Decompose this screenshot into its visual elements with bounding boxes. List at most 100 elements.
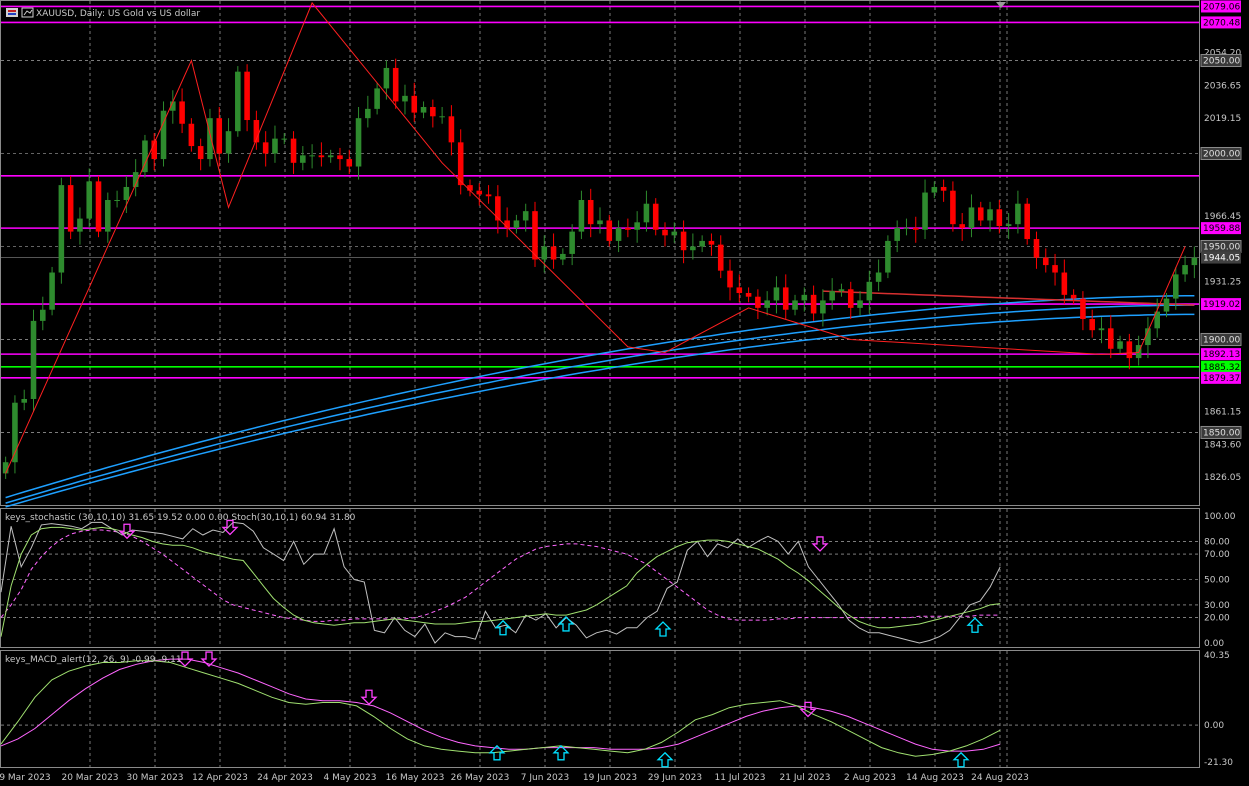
candle-body [606,220,613,241]
moving-average-line [5,304,1195,504]
price-tag-label: 1879.37 [1203,374,1240,384]
candle-body [1015,203,1021,225]
candle-body [1042,257,1049,266]
candle-body [123,186,130,200]
macd-main-line [0,660,1001,757]
candle-body [67,185,74,232]
flag-icon[interactable] [6,8,18,17]
price-tag-label: 1892.13 [1203,350,1240,360]
moving-average-line [5,313,1195,508]
candle-body [1061,272,1068,295]
candle-body [495,196,501,221]
candle-body [383,67,390,89]
candle-body [717,244,724,271]
x-tick-label: 2 Aug 2023 [844,773,896,783]
chart-title: XAUUSD, Daily: US Gold vs US dollar [36,9,200,19]
price-tick-label: 1861.15 [1204,408,1241,418]
x-tick-label: 24 Aug 2023 [971,773,1029,783]
candle-body [597,220,603,225]
candle-body [1089,319,1095,331]
arrow-down-icon [360,689,378,706]
x-tick-label: 11 Jul 2023 [715,773,766,783]
candle-body [105,199,111,232]
x-tick-label: 30 Mar 2023 [126,773,183,783]
arrow-up-icon [654,621,672,637]
candlesticks[interactable] [2,58,1198,479]
arrow-up-icon [494,619,512,636]
candle-body [652,203,659,230]
candle-body [1052,265,1058,273]
stochastic-pane: 100.00 80.00 70.00 50.00 30.00 20.00 0.00 [0,512,1236,649]
candle-body [931,186,938,193]
candle-body [318,155,325,158]
price-tick-label: 2036.65 [1204,81,1241,91]
arrow-up-icon [656,751,674,768]
candle-body [513,220,520,228]
candle-body [374,88,380,109]
price-tag-label: 2070.48 [1203,18,1240,28]
window-icons[interactable] [6,7,34,18]
candle-body [1172,274,1179,299]
candle-body [402,95,408,102]
chart-icon[interactable] [21,7,34,18]
candle-body [21,398,28,403]
candle-body [875,272,882,282]
candle-body [476,190,483,195]
macd-tick-label: 40.35 [1204,651,1230,661]
candle-body [829,291,835,301]
candle-body [550,246,557,260]
price-tag-label: 2050.00 [1203,57,1240,67]
candle-body [727,270,733,288]
horizontal-levels [1,5,1199,379]
candle-body [699,240,705,247]
candle-body [745,292,752,297]
horizontal-grid [1,60,1199,726]
candle-body [690,246,696,251]
price-tag-label: 1959.88 [1203,224,1240,234]
candle-body [671,231,678,236]
price-tick-label: 1966.45 [1204,212,1241,222]
candle-body [847,289,854,308]
price-tag-label: 1950.00 [1203,242,1240,252]
x-tick-label: 9 Mar 2023 [0,773,51,783]
candle-body [225,131,232,154]
candle-body [885,240,891,273]
candle-body [680,231,687,251]
candle-body [634,222,640,230]
candle-body [755,296,761,308]
candle-body [49,272,55,310]
candle-body [86,181,93,219]
x-tick-label: 21 Jul 2023 [780,773,831,783]
candle-body [987,209,993,221]
price-tag-label: 2000.00 [1203,150,1240,160]
x-tick-label: 19 Jun 2023 [583,773,637,783]
x-tick-label: 16 May 2023 [386,773,445,783]
x-tick-label: 7 Jun 2023 [521,773,569,783]
candle-body [959,224,965,228]
price-tag-label: 1944.05 [1203,254,1240,264]
candle-body [411,95,418,113]
candle-body [216,118,223,154]
candle-body [615,227,622,241]
chart-canvas[interactable]: 2054.202036.652019.151966.451931.251861.… [0,0,1249,786]
candle-body [235,71,241,132]
candle-body [569,231,575,254]
candle-body [1033,239,1040,258]
x-tick-label: 14 Aug 2023 [906,773,964,783]
candle-body [522,211,529,221]
candle-body [1080,298,1086,320]
candle-body [272,138,278,154]
candle-body [560,253,566,260]
candle-body [392,67,399,102]
candle-body [625,227,631,230]
moving-averages [5,290,1195,508]
candle-body [30,320,37,399]
candle-body [300,155,306,163]
candle-body [40,309,46,321]
time-axis: 9 Mar 2023 20 Mar 2023 30 Mar 2023 12 Apr 2… [0,773,1029,783]
candle-body [820,300,826,314]
candle-body [485,194,492,197]
arrow-up-icon [966,617,984,633]
x-tick-label: 29 Jun 2023 [648,773,702,783]
vertical-grid [89,1,1008,767]
